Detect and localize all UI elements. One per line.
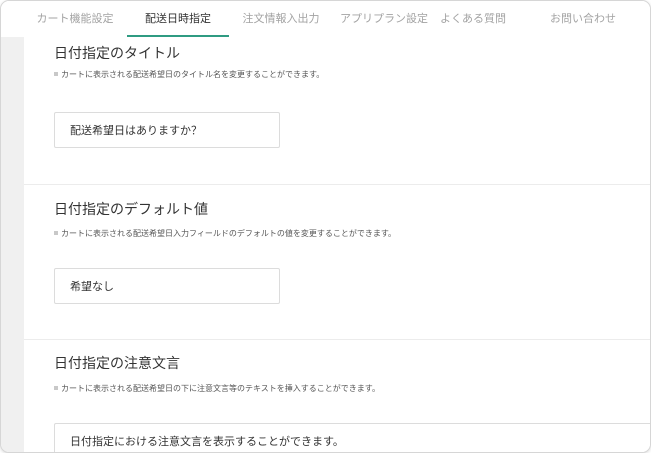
settings-content[interactable]: 日付指定のタイトル カートに表示される配送希望日のタイトル名を変更することができ… [24, 37, 650, 452]
bullet-icon [54, 385, 58, 390]
tab-faq[interactable]: よくある質問 [421, 1, 525, 37]
date-title-input[interactable] [54, 112, 280, 148]
sidebar-strip [1, 37, 24, 452]
section-description: カートに表示される配送希望日入力フィールドのデフォルトの値を変更することができま… [54, 228, 396, 239]
tab-cart-settings[interactable]: カート機能設定 [23, 1, 127, 37]
section-title: 日付指定のタイトル [54, 46, 180, 62]
bullet-icon [54, 71, 58, 76]
date-notice-input[interactable] [54, 423, 650, 452]
date-default-input[interactable] [54, 268, 280, 304]
description-text: カートに表示される配送希望日入力フィールドのデフォルトの値を変更することができま… [61, 229, 397, 238]
tab-order-import-export[interactable]: 注文情報入出力 [233, 1, 329, 37]
tab-delivery-date[interactable]: 配送日時指定 [127, 1, 229, 37]
description-text: カートに表示される配送希望日の下に注意文言等のテキストを挿入することができます。 [61, 384, 380, 393]
section-divider [24, 339, 650, 340]
bullet-icon [54, 230, 58, 235]
section-title: 日付指定の注意文言 [54, 356, 180, 372]
section-description: カートに表示される配送希望日の下に注意文言等のテキストを挿入することができます。 [54, 383, 380, 394]
app-window: カート機能設定 配送日時指定 注文情報入出力 アプリプラン設定 よくある質問 お… [0, 0, 651, 453]
tab-app-plan[interactable]: アプリプラン設定 [333, 1, 435, 37]
description-text: カートに表示される配送希望日のタイトル名を変更することができます。 [61, 70, 325, 79]
section-title: 日付指定のデフォルト値 [54, 202, 208, 218]
section-description: カートに表示される配送希望日のタイトル名を変更することができます。 [54, 69, 324, 80]
section-divider [24, 184, 650, 185]
tab-bar: カート機能設定 配送日時指定 注文情報入出力 アプリプラン設定 よくある質問 お… [1, 1, 650, 37]
tab-contact[interactable]: お問い合わせ [531, 1, 635, 37]
